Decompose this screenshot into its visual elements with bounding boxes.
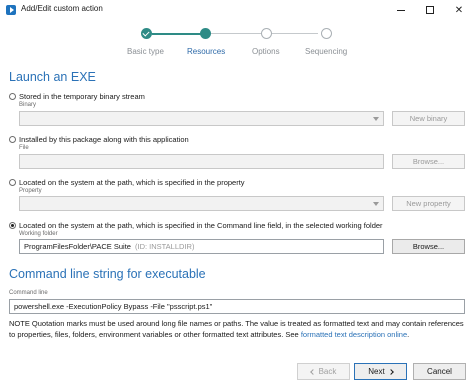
working-folder-label: Working folder: [19, 231, 58, 237]
radio-property-path[interactable]: Located on the system at the path, which…: [9, 178, 245, 187]
command-line-value: powershell.exe -ExecutionPolicy Bypass -…: [14, 302, 213, 311]
app-icon: [6, 5, 16, 15]
radio-label: Installed by this package along with thi…: [19, 135, 189, 144]
command-line-label: Command line: [9, 290, 48, 296]
radio-label: Located on the system at the path, which…: [19, 178, 245, 187]
close-icon: ✕: [454, 4, 464, 16]
radio-button-checked[interactable]: [9, 222, 16, 229]
back-label: Back: [318, 367, 337, 376]
command-line-input[interactable]: powershell.exe -ExecutionPolicy Bypass -…: [9, 299, 465, 314]
chevron-down-icon: [373, 117, 379, 121]
step-label-options[interactable]: Options: [252, 47, 280, 56]
formatted-text-link[interactable]: formatted text description online: [301, 330, 407, 339]
radio-button[interactable]: [9, 93, 16, 100]
next-label: Next: [368, 367, 385, 376]
browse-working-folder-button[interactable]: Browse...: [392, 239, 465, 254]
working-folder-id: (ID: INSTALLDIR): [134, 242, 195, 251]
maximize-button[interactable]: [416, 0, 444, 20]
radio-label: Located on the system at the path, which…: [19, 221, 383, 230]
maximize-icon: [426, 6, 434, 14]
radio-button[interactable]: [9, 179, 16, 186]
title-bar: Add/Edit custom action ✕: [0, 0, 474, 20]
step-label-sequencing[interactable]: Sequencing: [305, 47, 347, 56]
back-button[interactable]: Back: [297, 363, 350, 380]
radio-binary-stream[interactable]: Stored in the temporary binary stream: [9, 92, 145, 101]
command-line-heading: Command line string for executable: [9, 267, 206, 281]
launch-exe-heading: Launch an EXE: [9, 70, 96, 84]
file-input[interactable]: [19, 154, 384, 169]
radio-installed-by-package[interactable]: Installed by this package along with thi…: [9, 135, 189, 144]
chevron-down-icon: [373, 202, 379, 206]
property-field-label: Property: [19, 188, 42, 194]
minimize-button[interactable]: [387, 0, 415, 20]
command-line-note: NOTE Quotation marks must be used around…: [9, 319, 469, 340]
minimize-icon: [397, 9, 405, 11]
new-binary-button[interactable]: New binary: [392, 111, 465, 126]
property-dropdown[interactable]: [19, 196, 384, 211]
radio-label: Stored in the temporary binary stream: [19, 92, 145, 101]
radio-command-line-path[interactable]: Located on the system at the path, which…: [9, 221, 383, 230]
radio-button[interactable]: [9, 136, 16, 143]
footer: Back Next Cancel: [0, 358, 474, 387]
step-basic-type-check-icon[interactable]: [141, 28, 152, 39]
step-sequencing-dot[interactable]: [321, 28, 332, 39]
browse-file-button[interactable]: Browse...: [392, 154, 465, 169]
file-field-label: File: [19, 145, 29, 151]
chevron-right-icon: [387, 368, 394, 375]
step-options-dot[interactable]: [261, 28, 272, 39]
stepper-line-done: [152, 33, 205, 35]
window-title: Add/Edit custom action: [21, 4, 103, 13]
note-end: .: [407, 329, 410, 339]
working-folder-input[interactable]: ProgramFilesFolder\PACE Suite (ID: INSTA…: [19, 239, 384, 254]
binary-dropdown[interactable]: [19, 111, 384, 126]
step-resources-dot[interactable]: [200, 28, 211, 39]
step-label-basic-type[interactable]: Basic type: [127, 47, 164, 56]
binary-field-label: Binary: [19, 102, 37, 108]
new-property-button[interactable]: New property: [392, 196, 465, 211]
step-label-resources[interactable]: Resources: [187, 47, 225, 56]
close-button[interactable]: ✕: [445, 0, 473, 20]
working-folder-value: ProgramFilesFolder\PACE Suite: [24, 242, 131, 251]
cancel-button[interactable]: Cancel: [413, 363, 466, 380]
chevron-left-icon: [309, 368, 316, 375]
next-button[interactable]: Next: [354, 363, 407, 380]
